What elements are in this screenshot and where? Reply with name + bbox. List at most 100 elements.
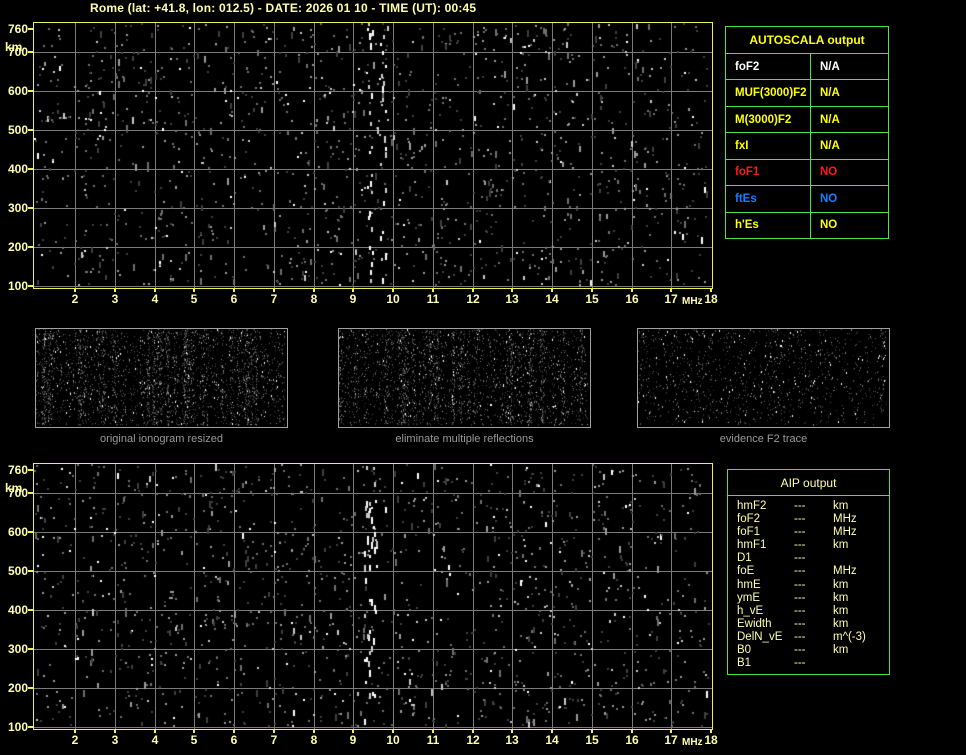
aip-param-label: hmF2 (737, 500, 767, 512)
x-axis-label: 2 (71, 292, 79, 306)
thumbnail-noise-canvas (339, 329, 590, 427)
autoscala-value-cell: NO (820, 192, 838, 205)
y-axis-label: 760 (7, 463, 28, 477)
autoscala-param-cell: ftEs (726, 186, 811, 212)
autoscala-value-cell: N/A (820, 87, 840, 100)
aip-param-value: --- (794, 513, 806, 526)
y-axis-label: 400 (7, 603, 28, 617)
y-axis-label: 200 (7, 681, 28, 695)
aip-param-value: --- (794, 526, 806, 539)
autoscala-value-cell: N/A (820, 139, 840, 152)
thumbnail-original-ionogram (35, 328, 288, 428)
x-axis-label: 6 (230, 292, 238, 306)
y-axis-label: 760 (7, 22, 28, 36)
thumbnail-evidence-f2-trace (637, 328, 890, 428)
page-title: Rome (lat: +41.8, lon: 012.5) - DATE: 20… (90, 1, 477, 15)
y-axis-tick (28, 687, 33, 689)
autoscala-param-cell: foF2 (726, 54, 811, 80)
ionogram-noise-canvas (34, 464, 712, 729)
aip-param-label: B1 (737, 657, 752, 670)
aip-param-value: --- (794, 617, 806, 630)
x-axis-label: 5 (190, 733, 198, 747)
aip-table-row: hmF1 --- km (737, 539, 889, 552)
autoscala-table-row: ftEs NO (726, 186, 888, 213)
y-axis-tick (28, 609, 33, 611)
x-axis-label: 8 (310, 292, 318, 306)
aip-param-label: B0 (737, 644, 752, 657)
aip-table-row: foF2 --- MHz (737, 513, 889, 526)
autoscala-table-row: foF2 N/A (726, 54, 888, 81)
x-axis-label: 11 (426, 733, 440, 747)
aip-param-value: --- (794, 644, 806, 657)
x-axis-label: 13 (505, 292, 519, 306)
y-axis-label: 300 (7, 642, 28, 656)
autoscala-table-row: M(3000)F2 N/A (726, 106, 888, 134)
aip-table-row: foE --- MHz (737, 565, 889, 578)
aip-output-table: AIP output hmF2 --- km foF2 --- MHz foF1 --- MHz… (727, 469, 890, 675)
y-axis-label: 600 (7, 525, 28, 539)
x-axis-label: 12 (466, 292, 480, 306)
x-axis-unit-label: MHz (682, 296, 703, 307)
aip-param-unit: m^(-3) (833, 630, 866, 643)
y-axis-label: 500 (7, 564, 28, 578)
thumbnail-caption-f2trace: evidence F2 trace (719, 433, 808, 445)
aip-param-label: hmF1 (737, 539, 767, 552)
y-axis-tick (28, 207, 33, 209)
x-axis-label: 8 (310, 733, 318, 747)
aip-table-row: DelN_vE --- m^(-3) (737, 631, 889, 644)
x-axis-label: 15 (585, 292, 599, 306)
x-axis-label: 10 (386, 292, 400, 306)
aip-param-value: --- (794, 591, 806, 604)
aip-param-unit: km (833, 644, 849, 657)
ionogram-plot-bottom: 760 700 600 500 400 300 200 100 2 3 4 5 6 7 8 9 10 11 12 13… (5, 463, 718, 748)
y-axis-label: 200 (7, 240, 28, 254)
aip-param-unit (833, 657, 889, 670)
aip-param-label: D1 (737, 552, 752, 565)
y-axis-tick (28, 168, 33, 170)
thumbnail-noise-canvas (36, 329, 287, 427)
aip-table-row: ymE --- km (737, 592, 889, 605)
y-axis-label: 300 (7, 201, 28, 215)
x-axis-label: 2 (71, 733, 79, 747)
autoscala-table-row: h'Es NO (726, 212, 888, 238)
x-axis-label: 9 (349, 733, 357, 747)
aip-param-unit: km (833, 500, 849, 512)
y-axis-tick (28, 51, 33, 53)
x-axis-label: 5 (190, 292, 198, 306)
x-axis-label: 14 (545, 733, 559, 747)
aip-param-unit: km (833, 578, 849, 591)
y-axis-label: 600 (7, 84, 28, 98)
y-axis-label: 500 (7, 123, 28, 137)
y-axis-tick (28, 285, 33, 287)
y-axis-tick (28, 129, 33, 131)
autoscala-output-table: AUTOSCALA output foF2 N/A MUF(3000)F2 N/A M(… (725, 26, 889, 239)
aip-param-unit: km (833, 591, 849, 604)
aip-param-value: --- (794, 552, 806, 565)
y-axis-tick (28, 246, 33, 248)
y-axis-tick (28, 90, 33, 92)
y-axis-label: 100 (7, 279, 28, 293)
x-axis-label: 14 (545, 292, 559, 306)
aip-table-row: Ewidth --- km (737, 618, 889, 631)
aip-param-label: foE (737, 565, 755, 578)
y-axis-unit-label: km (5, 40, 23, 54)
aip-param-value: --- (794, 578, 806, 591)
x-axis-label: 3 (111, 292, 119, 306)
aip-table-row: foF1 --- MHz (737, 526, 889, 539)
y-axis-unit-label: km (5, 481, 23, 495)
aip-param-value: --- (794, 657, 806, 670)
autoscala-param-cell: foF1 (726, 159, 811, 186)
autoscala-value-cell: N/A (820, 113, 840, 126)
aip-param-label: DelN_vE (737, 630, 783, 643)
autoscala-param-cell: h'Es (726, 212, 811, 238)
autoscala-param-cell: MUF(3000)F2 (726, 80, 811, 106)
x-axis-label: 13 (505, 733, 519, 747)
aip-param-unit (833, 552, 889, 565)
y-axis-tick (28, 648, 33, 650)
autoscala-table-row: foF1 NO (726, 159, 888, 187)
thumbnail-eliminate-reflections (338, 328, 591, 428)
aip-table-row: B1 --- (737, 657, 889, 670)
aip-table-row: hmE --- km (737, 579, 889, 592)
aip-param-value: --- (794, 565, 806, 578)
autoscala-param-cell: fxI (726, 133, 811, 159)
